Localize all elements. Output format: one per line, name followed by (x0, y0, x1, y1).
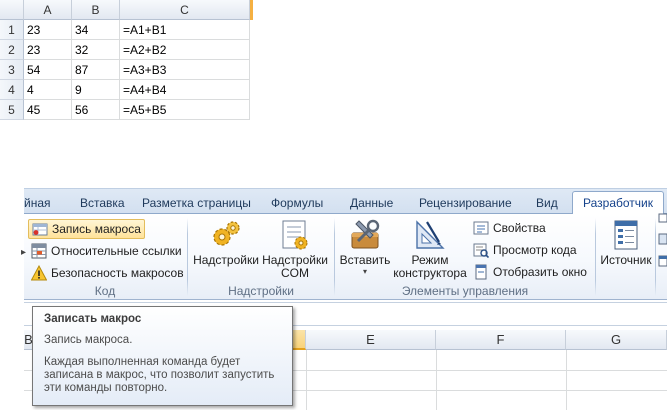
relative-references-label: Относительные ссылки (51, 244, 182, 258)
column-gridline (436, 350, 437, 410)
group-label-code: Код (94, 284, 116, 298)
xml-source-icon (614, 220, 638, 250)
record-macro-tooltip: Записать макрос Запись макроса. Каждая в… (32, 306, 293, 406)
xml-map-icons (658, 213, 667, 267)
ribbon: йная Вставка Разметка страницы Формулы Д… (21, 188, 667, 300)
tab-page-layout[interactable]: Разметка страницы (136, 193, 257, 214)
view-code-icon (473, 242, 490, 259)
row-header[interactable]: 2 (0, 40, 24, 60)
dialog-window-icon (473, 264, 489, 280)
tab-developer[interactable]: Разработчик (572, 191, 664, 215)
properties-icon (473, 220, 489, 236)
group-separator (595, 218, 596, 296)
properties-label: Свойства (493, 221, 546, 235)
cell-a2[interactable]: 23 (24, 40, 72, 60)
xml-source-label: Источник (600, 253, 652, 267)
design-mode-button[interactable]: Режим конструктора (392, 218, 468, 280)
column-gridline (566, 350, 567, 410)
gears-icon (213, 221, 240, 246)
row-header[interactable]: 5 (0, 100, 24, 120)
com-addins-icon (282, 220, 308, 250)
tooltip-subtitle: Запись макроса. (44, 334, 133, 346)
cell-b5[interactable]: 56 (72, 100, 120, 120)
column-header-g[interactable]: G (566, 330, 667, 350)
tab-data[interactable]: Данные (344, 193, 399, 214)
addins-label: Надстройки (193, 253, 259, 267)
top-spreadsheet: A B C 1 23 34 =A1+B1 2 23 32 =A2+B2 3 54… (0, 0, 253, 124)
cell-c5[interactable]: =A5+B5 (120, 100, 250, 120)
record-macro-button[interactable]: Запись макроса (28, 219, 145, 239)
relative-references-button[interactable]: Относительные ссылки (28, 241, 185, 261)
record-macro-icon (32, 221, 48, 237)
row-header[interactable]: 1 (0, 20, 24, 40)
cell-a5[interactable]: 45 (24, 100, 72, 120)
column-header-c[interactable]: C (120, 0, 250, 20)
column-gridline (306, 350, 307, 410)
cell-c2[interactable]: =A2+B2 (120, 40, 250, 60)
com-addins-label-2: COM (281, 266, 309, 280)
macro-security-label: Безопасность макросов (51, 266, 184, 280)
group-label-addins: Надстройки (228, 284, 294, 298)
xml-source-button[interactable]: Источник (598, 218, 654, 267)
select-all-corner[interactable] (0, 0, 24, 20)
view-code-button[interactable]: Просмотр кода (470, 240, 580, 260)
column-header-f[interactable]: F (436, 330, 566, 350)
insert-control-label: Вставить (339, 253, 391, 267)
cell-b3[interactable]: 87 (72, 60, 120, 80)
insert-control-button[interactable]: Вставить ▾ (339, 218, 391, 276)
macro-security-button[interactable]: Безопасность макросов (28, 263, 187, 283)
cell-c4[interactable]: =A4+B4 (120, 80, 250, 100)
cell-a1[interactable]: 23 (24, 20, 72, 40)
show-window-button[interactable]: Отобразить окно (470, 262, 590, 282)
cell-b2[interactable]: 32 (72, 40, 120, 60)
ribbon-body: ▸ Запись макроса Относительные ссылки Бе… (21, 214, 667, 300)
addins-button[interactable]: Надстройки (193, 218, 259, 267)
tab-formulas[interactable]: Формулы (265, 193, 329, 214)
relative-references-icon (31, 243, 47, 259)
cell-a3[interactable]: 54 (24, 60, 72, 80)
tooltip-description: Каждая выполненная команда будет записан… (44, 356, 275, 394)
collapsed-group-edge-icon: ▸ (21, 247, 27, 258)
cell-b4[interactable]: 9 (72, 80, 120, 100)
record-macro-label: Запись макроса (52, 222, 141, 236)
tab-insert[interactable]: Вставка (74, 193, 131, 214)
toolbox-icon (351, 219, 380, 249)
cell-c3[interactable]: =A3+B3 (120, 60, 250, 80)
cell-c1[interactable]: =A1+B1 (120, 20, 250, 40)
warning-icon (30, 264, 48, 281)
cell-a4[interactable]: 4 (24, 80, 72, 100)
group-label-controls: Элементы управления (401, 284, 529, 298)
column-header-a[interactable]: A (24, 0, 72, 20)
row-header[interactable]: 4 (0, 80, 24, 100)
com-addins-button[interactable]: Надстройки COM (260, 218, 330, 280)
ribbon-tabs: йная Вставка Разметка страницы Формулы Д… (24, 188, 667, 215)
dropdown-arrow-icon: ▾ (362, 267, 367, 276)
column-header-e[interactable]: E (306, 330, 436, 350)
row-header[interactable]: 3 (0, 60, 24, 80)
cell-b1[interactable]: 34 (72, 20, 120, 40)
show-window-label: Отобразить окно (493, 265, 587, 279)
selection-edge (250, 0, 253, 20)
tab-home[interactable]: йная (18, 193, 57, 214)
view-code-label: Просмотр кода (493, 243, 577, 257)
properties-button[interactable]: Свойства (470, 218, 549, 238)
xml-small-buttons (655, 212, 667, 272)
design-mode-label-2: конструктора (393, 266, 467, 280)
tab-view[interactable]: Вид (530, 193, 564, 214)
design-mode-icon (416, 220, 445, 249)
tooltip-title: Записать макрос (44, 313, 142, 325)
tab-review[interactable]: Рецензирование (413, 193, 518, 214)
column-header-b[interactable]: B (72, 0, 120, 20)
